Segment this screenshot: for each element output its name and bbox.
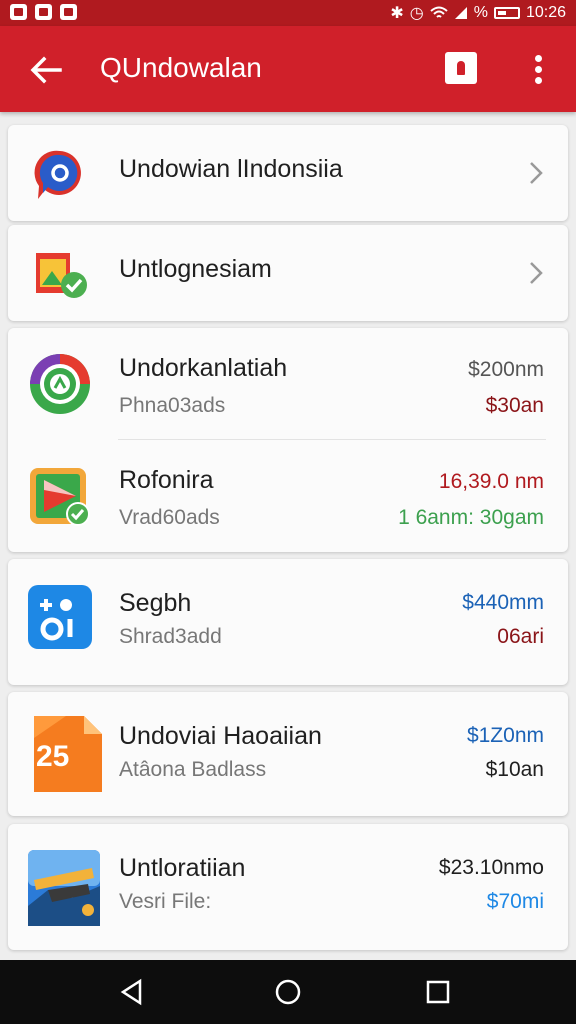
photo-check-icon — [36, 253, 87, 298]
photo-thumbnail-icon — [28, 850, 100, 926]
item-value-secondary: $70mi — [486, 890, 544, 913]
item-title: Segbh — [119, 589, 192, 617]
nav-home-icon[interactable] — [274, 978, 302, 1006]
list-card: Untloratiian Vesri File: $23.10nmo $70mi — [8, 824, 568, 950]
lock-action-icon[interactable] — [445, 52, 477, 84]
chevron-right-icon — [530, 262, 543, 284]
list-card: Segbh Shrad3add $440mm 06ari — [8, 559, 568, 685]
item-title: Untloratiian — [119, 854, 246, 882]
status-time: 10:26 — [525, 4, 566, 21]
battery-percent: % — [473, 4, 488, 21]
svg-text:25: 25 — [36, 740, 69, 773]
item-title: Untlognesiam — [119, 255, 272, 283]
blue-app-icon — [28, 585, 92, 649]
item-value-secondary: 06ari — [497, 625, 544, 648]
item-subtitle: Vrad60ads — [119, 506, 220, 529]
list-card: Undowian lIndonsiia — [8, 125, 568, 221]
item-subtitle: Phna03ads — [119, 394, 226, 417]
status-bar: ✱ ◷ % 10:26 — [0, 0, 576, 26]
navigation-bar — [0, 960, 576, 1024]
nav-back-icon[interactable] — [118, 978, 146, 1006]
list-item[interactable]: Untlognesiam — [8, 225, 568, 321]
wifi-icon — [430, 6, 448, 18]
notification-icons — [10, 4, 77, 20]
item-subtitle: Shrad3add — [119, 625, 222, 648]
chat-bubble-icon — [34, 150, 81, 199]
app-bar: QUndowalan — [0, 26, 576, 112]
item-value-primary: $23.10nmo — [438, 856, 544, 879]
list-item[interactable]: 25 Undoviai Haoaiian Atâona Badlass $1Z0… — [8, 692, 568, 816]
item-value-secondary: 1 6anm: 30gam — [398, 506, 544, 529]
list-card: Undorkanlatiah Phna03ads $200nm $30an Ro… — [8, 328, 568, 552]
item-subtitle: Vesri File: — [119, 890, 212, 913]
message-notification-icon — [35, 4, 52, 20]
back-arrow-icon[interactable] — [26, 50, 66, 90]
list-card: Untlognesiam — [8, 225, 568, 321]
item-value-primary: $200nm — [468, 358, 544, 381]
list-item[interactable]: Undorkanlatiah Phna03ads $200nm $30an — [8, 328, 568, 440]
document-icon: 25 — [34, 716, 102, 792]
mail-notification-icon — [10, 4, 27, 20]
list-item[interactable]: Segbh Shrad3add $440mm 06ari — [8, 559, 568, 685]
play-store-icon — [30, 468, 90, 526]
app-notification-icon — [60, 4, 77, 20]
item-value-primary: $440mm — [462, 591, 544, 614]
item-value-primary: $1Z0nm — [466, 724, 544, 747]
alarm-icon: ◷ — [409, 5, 424, 22]
signal-icon — [454, 7, 467, 19]
chrome-circle-icon — [30, 354, 90, 414]
item-title: Undowian lIndonsiia — [119, 155, 343, 183]
app-title: QUndowalan — [100, 52, 262, 83]
list-item[interactable]: Undowian lIndonsiia — [8, 125, 568, 221]
bluetooth-icon: ✱ — [390, 5, 404, 22]
list-item[interactable]: Rofonira Vrad60ads 16,39.0 nm 1 6anm: 30… — [8, 440, 568, 552]
battery-icon — [493, 7, 520, 19]
item-value-primary: 16,39.0 nm — [438, 470, 544, 493]
list-item[interactable]: Untloratiian Vesri File: $23.10nmo $70mi — [8, 824, 568, 950]
nav-recents-icon[interactable] — [425, 979, 451, 1005]
item-value-secondary: $10an — [485, 758, 544, 781]
item-title: Rofonira — [119, 466, 214, 494]
chevron-right-icon — [530, 162, 543, 184]
item-value-secondary: $30an — [485, 394, 544, 417]
item-title: Undorkanlatiah — [119, 354, 288, 382]
item-title: Undoviai Haoaiian — [119, 722, 322, 750]
item-subtitle: Atâona Badlass — [119, 758, 267, 781]
system-status: ✱ ◷ % 10:26 — [390, 3, 566, 23]
list-card: 25 Undoviai Haoaiian Atâona Badlass $1Z0… — [8, 692, 568, 816]
more-options-icon[interactable] — [526, 52, 550, 88]
